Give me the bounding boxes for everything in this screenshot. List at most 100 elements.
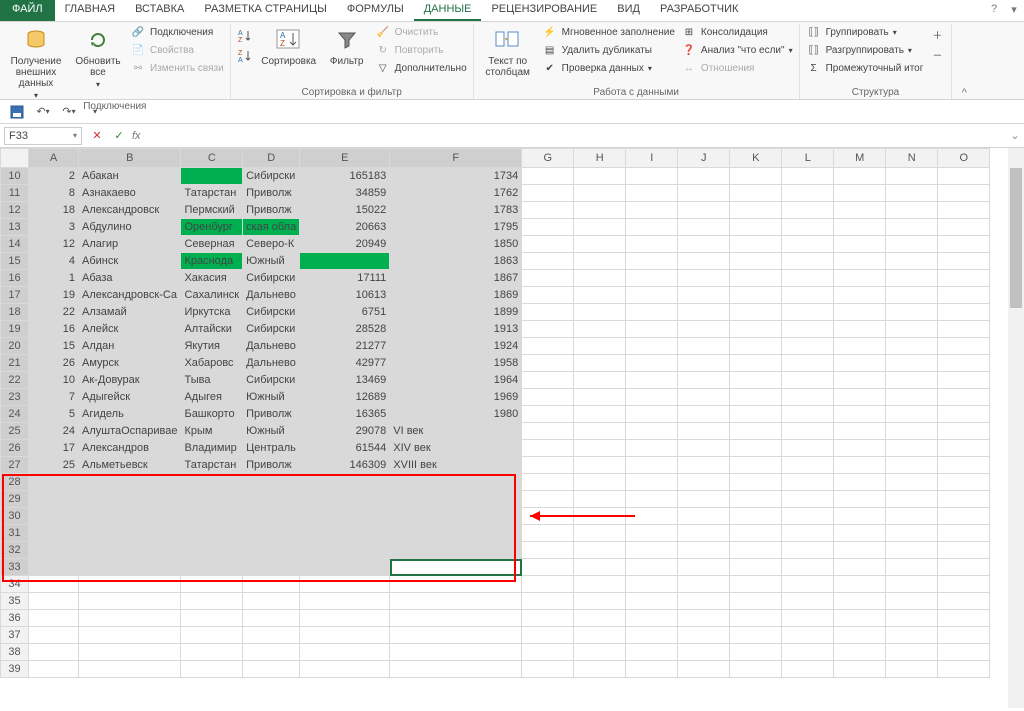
cell-A17[interactable]: 19 xyxy=(29,287,79,304)
edit-links-button[interactable]: ⚯Изменить связи xyxy=(130,60,224,76)
row-header-33[interactable]: 33 xyxy=(1,559,29,576)
expand-formula-bar-button[interactable]: ⌄ xyxy=(1006,129,1024,142)
cell-E19[interactable]: 28528 xyxy=(300,321,390,338)
cell-O33[interactable] xyxy=(938,559,990,576)
tab-insert[interactable]: ВСТАВКА xyxy=(125,0,194,21)
cell-C15[interactable]: Краснода xyxy=(181,253,243,270)
row-header-39[interactable]: 39 xyxy=(1,661,29,678)
cell-G25[interactable] xyxy=(522,423,574,440)
name-box[interactable]: F33 ▾ xyxy=(4,127,82,145)
cell-H25[interactable] xyxy=(574,423,626,440)
cell-E23[interactable]: 12689 xyxy=(300,389,390,406)
cell-E18[interactable]: 6751 xyxy=(300,304,390,321)
cell-M29[interactable] xyxy=(834,491,886,508)
cell-M36[interactable] xyxy=(834,610,886,627)
cell-B11[interactable]: Азнакаево xyxy=(79,185,181,202)
cell-G35[interactable] xyxy=(522,593,574,610)
cell-D10[interactable]: Сибирски xyxy=(243,168,300,185)
cell-K30[interactable] xyxy=(730,508,782,525)
cell-D17[interactable]: Дальнево xyxy=(243,287,300,304)
cell-I12[interactable] xyxy=(626,202,678,219)
cell-A16[interactable]: 1 xyxy=(29,270,79,287)
cell-L30[interactable] xyxy=(782,508,834,525)
cell-D35[interactable] xyxy=(243,593,300,610)
cell-M30[interactable] xyxy=(834,508,886,525)
cell-K33[interactable] xyxy=(730,559,782,576)
cell-G11[interactable] xyxy=(522,185,574,202)
cell-K14[interactable] xyxy=(730,236,782,253)
text-to-columns-button[interactable]: Текст по столбцам xyxy=(480,24,536,78)
tab-developer[interactable]: РАЗРАБОТЧИК xyxy=(650,0,748,21)
cell-M15[interactable] xyxy=(834,253,886,270)
cell-M37[interactable] xyxy=(834,627,886,644)
cell-B15[interactable]: Абинск xyxy=(79,253,181,270)
cell-F14[interactable]: 1850 xyxy=(390,236,522,253)
cell-K24[interactable] xyxy=(730,406,782,423)
cell-K26[interactable] xyxy=(730,440,782,457)
row-header-25[interactable]: 25 xyxy=(1,423,29,440)
cell-L17[interactable] xyxy=(782,287,834,304)
cell-N25[interactable] xyxy=(886,423,938,440)
cell-N39[interactable] xyxy=(886,661,938,678)
cell-B32[interactable] xyxy=(79,542,181,559)
cell-A15[interactable]: 4 xyxy=(29,253,79,270)
cell-D23[interactable]: Южный xyxy=(243,389,300,406)
row-header-20[interactable]: 20 xyxy=(1,338,29,355)
cell-M25[interactable] xyxy=(834,423,886,440)
row-header-22[interactable]: 22 xyxy=(1,372,29,389)
cell-E21[interactable]: 42977 xyxy=(300,355,390,372)
column-header-C[interactable]: C xyxy=(181,149,243,168)
cell-N19[interactable] xyxy=(886,321,938,338)
cell-L16[interactable] xyxy=(782,270,834,287)
cell-E22[interactable]: 13469 xyxy=(300,372,390,389)
cell-N35[interactable] xyxy=(886,593,938,610)
cell-D26[interactable]: Централь xyxy=(243,440,300,457)
cell-L11[interactable] xyxy=(782,185,834,202)
tab-pagelayout[interactable]: РАЗМЕТКА СТРАНИЦЫ xyxy=(194,0,336,21)
cell-D30[interactable] xyxy=(243,508,300,525)
cell-F18[interactable]: 1899 xyxy=(390,304,522,321)
properties-button[interactable]: 📄Свойства xyxy=(130,42,224,58)
cell-N33[interactable] xyxy=(886,559,938,576)
cell-I30[interactable] xyxy=(626,508,678,525)
cell-C37[interactable] xyxy=(181,627,243,644)
cell-C17[interactable]: Сахалинск xyxy=(181,287,243,304)
cell-H31[interactable] xyxy=(574,525,626,542)
cell-M34[interactable] xyxy=(834,576,886,593)
cell-J35[interactable] xyxy=(678,593,730,610)
cell-M32[interactable] xyxy=(834,542,886,559)
sort-asc-button[interactable]: AZ xyxy=(237,28,253,44)
cell-K38[interactable] xyxy=(730,644,782,661)
row-header-11[interactable]: 11 xyxy=(1,185,29,202)
ungroup-rows-button[interactable]: ⟦⟧Разгруппировать ▾ xyxy=(806,42,924,58)
cell-C25[interactable]: Крым xyxy=(181,423,243,440)
cell-M10[interactable] xyxy=(834,168,886,185)
tab-file[interactable]: ФАЙЛ xyxy=(0,0,55,21)
cell-D36[interactable] xyxy=(243,610,300,627)
cell-G21[interactable] xyxy=(522,355,574,372)
column-header-I[interactable]: I xyxy=(626,149,678,168)
cell-M23[interactable] xyxy=(834,389,886,406)
cell-G19[interactable] xyxy=(522,321,574,338)
row-header-35[interactable]: 35 xyxy=(1,593,29,610)
row-header-38[interactable]: 38 xyxy=(1,644,29,661)
cell-J29[interactable] xyxy=(678,491,730,508)
cell-D39[interactable] xyxy=(243,661,300,678)
cell-C26[interactable]: Владимир xyxy=(181,440,243,457)
clear-filter-button[interactable]: 🧹Очистить xyxy=(375,24,467,40)
cell-F20[interactable]: 1924 xyxy=(390,338,522,355)
row-header-37[interactable]: 37 xyxy=(1,627,29,644)
cell-N36[interactable] xyxy=(886,610,938,627)
cell-G39[interactable] xyxy=(522,661,574,678)
cell-F11[interactable]: 1762 xyxy=(390,185,522,202)
cell-M16[interactable] xyxy=(834,270,886,287)
cell-N13[interactable] xyxy=(886,219,938,236)
column-header-O[interactable]: O xyxy=(938,149,990,168)
cell-L22[interactable] xyxy=(782,372,834,389)
cell-H39[interactable] xyxy=(574,661,626,678)
cell-B18[interactable]: Алзамай xyxy=(79,304,181,321)
cell-A30[interactable] xyxy=(29,508,79,525)
cell-A37[interactable] xyxy=(29,627,79,644)
tab-review[interactable]: РЕЦЕНЗИРОВАНИЕ xyxy=(481,0,607,21)
cell-O11[interactable] xyxy=(938,185,990,202)
